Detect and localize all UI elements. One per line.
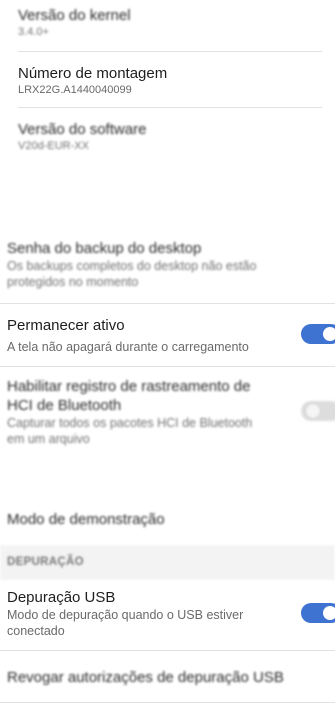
demo-mode-item[interactable]: Modo de demonstração [0,510,335,529]
divider [0,650,335,651]
usb-debugging-item[interactable]: Depuração USB Modo de depuração quando o… [0,588,335,639]
hci-log-title-1: Habilitar registro de rastreamento de [7,378,251,395]
software-version-value: V20d-EUR-XX [18,140,89,152]
demo-mode-title: Modo de demonstração [7,511,165,528]
desktop-backup-subtitle-2: protegidos no momento [7,275,139,289]
desktop-backup-subtitle-1: Os backups completos do desktop não estã… [7,259,257,273]
revoke-usb-title: Revogar autorizações de depuração USB [7,669,284,686]
hci-log-title-2: HCI de Bluetooth [7,397,122,414]
kernel-version-label: Versão do kernel [18,7,131,24]
revoke-usb-authorizations-item[interactable]: Revogar autorizações de depuração USB [0,668,335,687]
stay-awake-title: Permanecer ativo [7,317,125,334]
usb-debugging-toggle[interactable] [301,603,335,623]
bluetooth-hci-log-toggle[interactable] [301,401,335,421]
build-number-item[interactable]: Número de montagem LRX22G.A1440040099 [0,64,335,97]
usb-debugging-subtitle-1: Modo de depuração quando o USB estiver [7,608,244,622]
software-version-item: Versão do software V20d-EUR-XX [0,120,335,153]
toggle-thumb [323,327,335,341]
kernel-version-item: Versão do kernel 3.4.0+ [0,6,335,39]
stay-awake-subtitle: A tela não apagará durante o carregament… [7,340,249,354]
divider [18,51,322,52]
developer-options-screen: Versão do kernel 3.4.0+ Número de montag… [0,0,335,715]
debugging-section-header: DEPURAÇÃO [0,545,335,580]
divider [0,366,335,367]
build-number-label: Número de montagem [18,65,168,82]
usb-debugging-subtitle-2: conectado [7,624,65,638]
hci-log-subtitle-2: em um arquivo [7,432,90,446]
desktop-backup-password-item[interactable]: Senha do backup do desktop Os backups co… [0,239,335,290]
stay-awake-item[interactable]: Permanecer ativo A tela não apagará dura… [0,316,335,355]
bluetooth-hci-log-item[interactable]: Habilitar registro de rastreamento de HC… [0,377,335,447]
divider [0,303,335,304]
divider [18,107,322,108]
toggle-thumb [323,606,335,620]
build-number-value: LRX22G.A1440040099 [18,84,132,96]
hci-log-subtitle-1: Capturar todos os pacotes HCI de Bluetoo… [7,416,253,430]
stay-awake-toggle[interactable] [301,324,335,344]
desktop-backup-title: Senha do backup do desktop [7,240,202,257]
usb-debugging-title: Depuração USB [7,589,116,606]
divider [0,702,335,703]
toggle-thumb [305,403,321,419]
software-version-label: Versão do software [18,121,147,138]
kernel-version-value: 3.4.0+ [18,26,49,38]
